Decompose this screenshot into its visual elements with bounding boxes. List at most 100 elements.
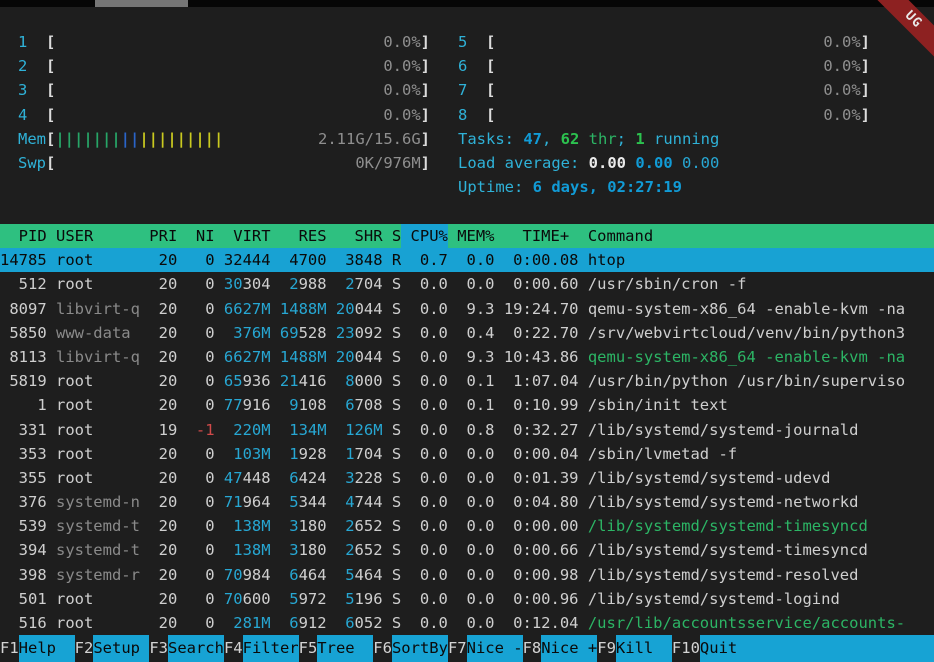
cell-mem-: 0.1 [448, 369, 495, 393]
column-header-cpu-[interactable]: CPU% [401, 224, 448, 248]
table-row[interactable]: 501root2007060059725196S0.00.00:00.96/li… [0, 587, 934, 611]
column-header-virt[interactable]: VIRT [215, 224, 271, 248]
text-segment: 6 [289, 614, 298, 632]
table-row[interactable]: 5850www-data200376M6952823092S0.00.40:22… [0, 321, 934, 345]
text-segment: 376 [19, 493, 47, 511]
table-row[interactable]: 5819root20065936214168000S0.00.11:07.04/… [0, 369, 934, 393]
cell-pid: 516 [0, 611, 47, 635]
column-header-time-[interactable]: TIME+ [495, 224, 579, 248]
text-segment: 355 [19, 469, 47, 487]
fn-key-f5[interactable]: F5Tree [299, 635, 374, 662]
fn-key-name: F1 [0, 635, 19, 662]
table-row[interactable]: 353root200103M19281704S0.00.00:00.04/sbi… [0, 442, 934, 466]
text-segment: 988 [299, 275, 327, 293]
text-segment: 353 [19, 445, 47, 463]
text-segment: 744 [355, 493, 383, 511]
text-segment: 8097 [9, 300, 46, 318]
text-segment: 20 [159, 445, 178, 463]
table-row[interactable]: 8113libvirt-q2006627M1488M20044S0.09.310… [0, 345, 934, 369]
column-header-s[interactable]: S [383, 224, 402, 248]
table-row[interactable]: 376systemd-n2007196453444744S0.00.00:04.… [0, 490, 934, 514]
cell-pri: 20 [140, 466, 177, 490]
table-row[interactable]: 398systemd-r2007098464645464S0.00.00:00.… [0, 563, 934, 587]
column-header-mem-[interactable]: MEM% [448, 224, 495, 248]
fn-key-f1[interactable]: F1Help [0, 635, 75, 662]
text-segment: 0.1 [467, 396, 495, 414]
column-header-user[interactable]: USER [47, 224, 140, 248]
meter-label: 4 [18, 103, 46, 127]
cell-time-: 0:00.98 [495, 563, 579, 587]
cell-pri: 20 [140, 490, 177, 514]
fn-key-f6[interactable]: F6SortBy [373, 635, 448, 662]
table-row[interactable]: 355root2004744864243228S0.00.00:01.39/li… [0, 466, 934, 490]
column-header-ni[interactable]: NI [177, 224, 214, 248]
fn-key-f10[interactable]: F10Quit [672, 635, 934, 662]
fn-key-f8[interactable]: F8Nice + [523, 635, 598, 662]
text-segment: 0.0 [420, 348, 448, 366]
text-segment: 2 [345, 275, 354, 293]
text-segment: 464 [355, 566, 383, 584]
cell-user: systemd-n [47, 490, 140, 514]
cell-time-: 0:00.04 [495, 442, 579, 466]
text-segment: 936 [243, 372, 271, 390]
cell-user: root [47, 248, 140, 272]
cell-command: /lib/systemd/systemd-timesyncd [579, 538, 868, 562]
meters-left: 1[0.0%]2[0.0%]3[0.0%]4[0.0%]Mem[||||||||… [18, 30, 430, 199]
column-header-shr[interactable]: SHR [327, 224, 383, 248]
cell-cpu-: 0.0 [401, 369, 448, 393]
text-segment: 138M [233, 517, 270, 535]
cell-ni: 0 [177, 490, 214, 514]
column-header-command[interactable]: Command [579, 224, 654, 248]
meter-open-bracket: [ [486, 30, 495, 54]
cell-s: S [383, 466, 402, 490]
table-row[interactable]: 14785root2003244447003848R0.70.00:00.08h… [0, 248, 934, 272]
table-row[interactable]: 512root2003030429882704S0.00.00:00.60/us… [0, 272, 934, 296]
text-segment: 916 [243, 396, 271, 414]
table-row[interactable]: 394systemd-t200138M31802652S0.00.00:00.6… [0, 538, 934, 562]
cell-shr: 23092 [327, 321, 383, 345]
table-row[interactable]: 331root19-1220M134M126MS0.00.80:32.27/li… [0, 418, 934, 442]
cell-cpu-: 0.0 [401, 490, 448, 514]
cell-cpu-: 0.0 [401, 514, 448, 538]
cell-pri: 20 [140, 393, 177, 417]
cell-command: /usr/sbin/cron -f [579, 272, 747, 296]
cell-virt: 30304 [215, 272, 271, 296]
column-header-res[interactable]: RES [271, 224, 327, 248]
fn-key-label: Quit [700, 635, 934, 662]
text-segment: 6627M [224, 348, 271, 366]
text-segment: S [392, 275, 401, 293]
text-segment: 5819 [9, 372, 46, 390]
cell-mem-: 0.0 [448, 248, 495, 272]
fn-key-name: F3 [149, 635, 168, 662]
column-header-pid[interactable]: PID [0, 224, 47, 248]
text-segment: systemd-t [56, 517, 140, 535]
text-segment: 20 [159, 517, 178, 535]
text-segment: 1 [289, 445, 298, 463]
text-segment: libvirt-q [56, 300, 140, 318]
text-segment: 652 [355, 541, 383, 559]
text-segment: 6 [289, 566, 298, 584]
cell-pid: 355 [0, 466, 47, 490]
cell-ni: 0 [177, 442, 214, 466]
fn-key-f7[interactable]: F7Nice - [448, 635, 523, 662]
cpu-meter-7: 7[0.0%] [458, 78, 870, 102]
meter-bar-area: 0.0% [55, 78, 420, 102]
cell-user: root [47, 418, 140, 442]
column-header-pri[interactable]: PRI [140, 224, 177, 248]
table-row[interactable]: 539systemd-t200138M31802652S0.00.00:00.0… [0, 514, 934, 538]
fn-key-f4[interactable]: F4Filter [224, 635, 299, 662]
cell-pid: 376 [0, 490, 47, 514]
text-segment: qemu-system-x86_64 -enable-kvm -na [588, 300, 905, 318]
table-row[interactable]: 8097libvirt-q2006627M1488M20044S0.09.319… [0, 297, 934, 321]
fn-key-f9[interactable]: F9Kill [597, 635, 672, 662]
table-row[interactable]: 1root2007791691086708S0.00.10:10.99/sbin… [0, 393, 934, 417]
text-segment: 0.0 [420, 614, 448, 632]
cell-pid: 8097 [0, 297, 47, 321]
fn-key-f2[interactable]: F2Setup [75, 635, 150, 662]
cell-command: qemu-system-x86_64 -enable-kvm -na [579, 297, 906, 321]
table-row[interactable]: 516root200281M69126052S0.00.00:12.04/usr… [0, 611, 934, 635]
cell-virt: 138M [215, 514, 271, 538]
cell-time-: 0:10.99 [495, 393, 579, 417]
fn-key-f3[interactable]: F3Search [149, 635, 224, 662]
cell-res: 3180 [271, 538, 327, 562]
